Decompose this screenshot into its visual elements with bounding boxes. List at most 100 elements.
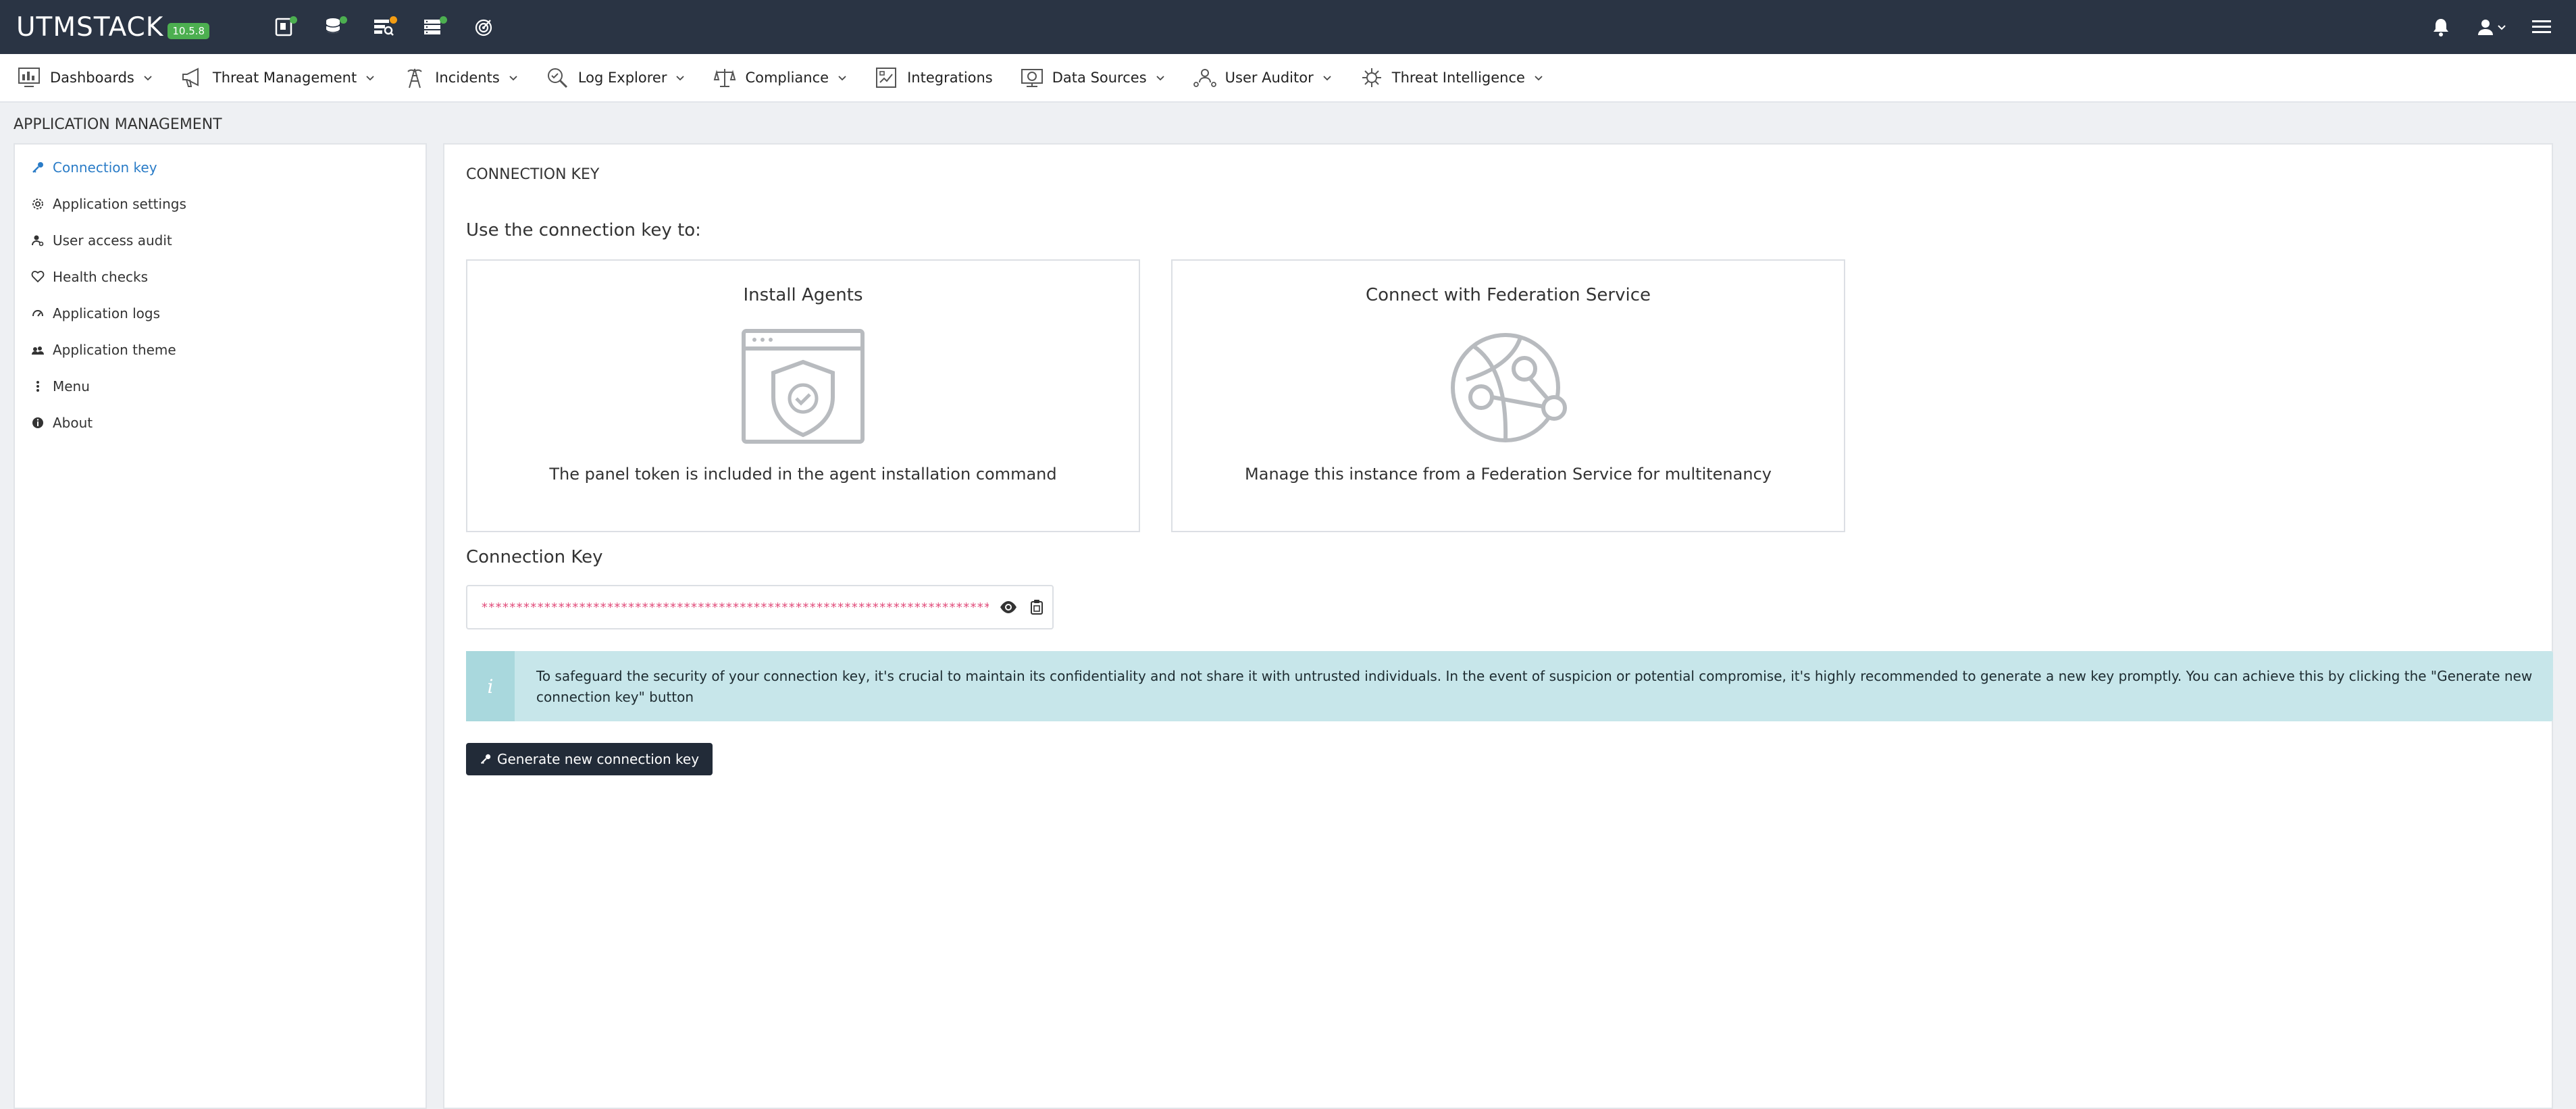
eye-icon[interactable] bbox=[1000, 600, 1017, 614]
status-dot bbox=[390, 16, 398, 24]
user-network-icon bbox=[1193, 66, 1217, 89]
sidebar-item-label: Application settings bbox=[53, 196, 186, 212]
card-description: Manage this instance from a Federation S… bbox=[1245, 465, 1772, 484]
sidebar-item-about[interactable]: About bbox=[30, 415, 93, 431]
radar-icon[interactable] bbox=[470, 14, 497, 41]
section-title: CONNECTION KEY bbox=[466, 166, 600, 183]
heart-icon bbox=[30, 270, 46, 284]
chevron-down-icon bbox=[143, 72, 153, 83]
status-dot bbox=[340, 16, 348, 24]
use-title: Use the connection key to: bbox=[466, 220, 701, 240]
top-right-actions bbox=[2430, 0, 2576, 54]
user-menu-icon[interactable] bbox=[2475, 16, 2507, 38]
chevron-down-icon bbox=[837, 72, 848, 83]
key-actions bbox=[1000, 599, 1044, 615]
sidebar-item-connection-key[interactable]: Connection key bbox=[30, 159, 157, 176]
main-navigation: Dashboards Threat Management Incidents L… bbox=[0, 54, 2576, 103]
server-stack-icon[interactable] bbox=[420, 14, 448, 41]
settings-sidebar: Connection key Application settings User… bbox=[14, 143, 427, 1109]
search-icon bbox=[546, 66, 570, 89]
nav-label: Integrations bbox=[907, 70, 993, 86]
chevron-down-icon bbox=[365, 72, 376, 83]
nav-log-explorer[interactable]: Log Explorer bbox=[546, 66, 686, 89]
sidebar-item-label: User access audit bbox=[53, 232, 172, 249]
nav-label: Threat Intelligence bbox=[1391, 70, 1525, 86]
top-bar: UTMSTACK 10.5.8 bbox=[0, 0, 2576, 54]
sidebar-item-health-checks[interactable]: Health checks bbox=[30, 269, 148, 285]
data-sources-icon bbox=[1020, 66, 1044, 89]
card-title: Connect with Federation Service bbox=[1365, 285, 1651, 305]
status-dot bbox=[290, 16, 298, 24]
sidebar-item-label: Health checks bbox=[53, 269, 149, 285]
nav-user-auditor[interactable]: User Auditor bbox=[1193, 66, 1333, 89]
user-audit-icon bbox=[30, 234, 46, 247]
generate-button-label: Generate new connection key bbox=[497, 751, 700, 767]
virus-icon bbox=[1360, 66, 1384, 89]
chevron-down-icon bbox=[2498, 25, 2506, 30]
nav-integrations[interactable]: Integrations bbox=[875, 66, 993, 89]
nav-label: Data Sources bbox=[1052, 70, 1147, 86]
nav-threat-management[interactable]: Threat Management bbox=[180, 66, 376, 89]
gear-icon bbox=[30, 197, 46, 211]
nav-incidents[interactable]: Incidents bbox=[403, 66, 519, 89]
key-icon bbox=[480, 753, 492, 765]
dashboard-icon bbox=[18, 66, 42, 89]
card-title: Install Agents bbox=[743, 285, 863, 305]
info-icon: i bbox=[466, 651, 515, 721]
brand[interactable]: UTMSTACK 10.5.8 bbox=[16, 11, 210, 43]
nav-label: User Auditor bbox=[1225, 70, 1314, 86]
log-search-icon[interactable] bbox=[370, 14, 398, 41]
sidebar-item-application-theme[interactable]: Application theme bbox=[30, 342, 176, 358]
notifications-bell-icon[interactable] bbox=[2430, 16, 2452, 38]
key-icon bbox=[30, 161, 46, 174]
globe-network-icon bbox=[1446, 328, 1570, 447]
connection-key-field: ****************************************… bbox=[466, 585, 1054, 629]
nav-threat-intelligence[interactable]: Threat Intelligence bbox=[1360, 66, 1544, 89]
brand-name: UTMSTACK bbox=[16, 11, 164, 43]
database-icon[interactable] bbox=[320, 14, 348, 41]
sidebar-item-user-access-audit[interactable]: User access audit bbox=[30, 232, 172, 249]
agent-status-icon[interactable] bbox=[270, 14, 298, 41]
sidebar-item-label: Application theme bbox=[53, 342, 176, 358]
nav-label: Dashboards bbox=[50, 70, 134, 86]
alert-text: To safeguard the security of your connec… bbox=[536, 668, 2533, 705]
sidebar-item-application-settings[interactable]: Application settings bbox=[30, 196, 186, 212]
theme-icon bbox=[30, 343, 46, 357]
nav-label: Threat Management bbox=[212, 70, 357, 86]
generate-connection-key-button[interactable]: Generate new connection key bbox=[466, 743, 713, 775]
chevron-down-icon bbox=[675, 72, 686, 83]
clipboard-icon[interactable] bbox=[1029, 599, 1044, 615]
logs-icon bbox=[30, 307, 46, 320]
nav-label: Compliance bbox=[745, 70, 829, 86]
page-title: APPLICATION MANAGEMENT bbox=[14, 116, 222, 133]
status-dot bbox=[440, 16, 448, 24]
shield-window-icon bbox=[741, 328, 865, 447]
chevron-down-icon bbox=[1155, 72, 1166, 83]
sidebar-item-label: Application logs bbox=[53, 305, 161, 321]
nav-compliance[interactable]: Compliance bbox=[713, 66, 848, 89]
federation-service-card: Connect with Federation Service Manage t… bbox=[1171, 259, 1845, 532]
hamburger-menu-icon[interactable] bbox=[2530, 16, 2553, 38]
nav-dashboards[interactable]: Dashboards bbox=[18, 66, 153, 89]
sidebar-item-label: Menu bbox=[53, 378, 90, 394]
chevron-down-icon bbox=[1533, 72, 1544, 83]
tower-icon bbox=[403, 66, 427, 89]
card-description: The panel token is included in the agent… bbox=[549, 465, 1057, 484]
vertical-dots-icon bbox=[30, 380, 46, 393]
sidebar-item-menu[interactable]: Menu bbox=[30, 378, 90, 394]
nav-label: Log Explorer bbox=[577, 70, 667, 86]
sidebar-item-application-logs[interactable]: Application logs bbox=[30, 305, 160, 321]
integration-icon bbox=[875, 66, 899, 89]
sidebar-item-label: About bbox=[53, 415, 93, 431]
chevron-down-icon bbox=[1322, 72, 1333, 83]
nav-data-sources[interactable]: Data Sources bbox=[1020, 66, 1166, 89]
nav-label: Incidents bbox=[435, 70, 500, 86]
connection-key-panel: CONNECTION KEY Use the connection key to… bbox=[443, 143, 2553, 1109]
version-badge: 10.5.8 bbox=[168, 23, 210, 39]
scale-icon bbox=[713, 66, 737, 89]
sidebar-item-label: Connection key bbox=[53, 159, 157, 176]
security-info-alert: i To safeguard the security of your conn… bbox=[466, 651, 2553, 721]
info-icon bbox=[30, 416, 46, 430]
connection-key-value[interactable]: ****************************************… bbox=[481, 600, 989, 615]
install-agents-card: Install Agents The panel token is includ… bbox=[466, 259, 1140, 532]
